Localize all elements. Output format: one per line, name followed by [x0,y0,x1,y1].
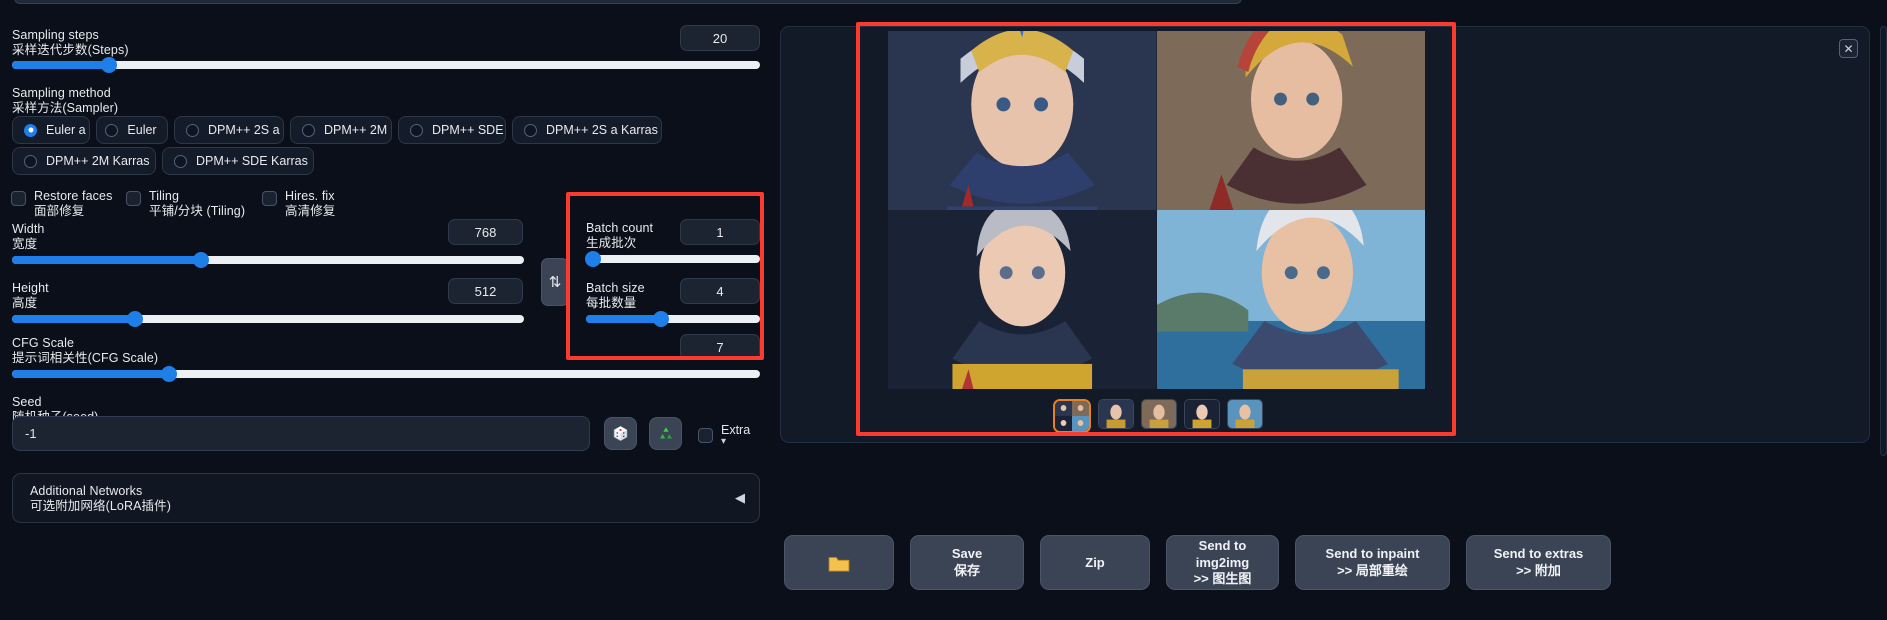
thumbnail-item[interactable] [1141,399,1177,429]
folder-icon [828,556,850,572]
slider-knob[interactable] [652,311,669,327]
width-slider[interactable] [12,252,524,268]
swap-vertical-icon: ⇅ [548,274,562,291]
chevron-down-icon: ▾ [721,436,727,448]
slider-fill [12,256,202,264]
batch-count-value[interactable]: 1 [680,219,760,245]
batch-size-slider[interactable] [586,311,760,327]
radio-icon [302,123,315,137]
batch-count-slider[interactable] [584,251,760,267]
thumbnail-item[interactable] [1184,399,1220,429]
app-root: Sampling steps 采样迭代步数(Steps) 20 Sampling… [0,0,1887,620]
additional-networks-label: Additional Networks 可选附加网络(LoRA插件) [30,484,171,513]
slider-fill [12,61,110,69]
send-to-extras-button[interactable]: Send to extras >> 附加 [1466,535,1611,590]
cfg-scale-slider[interactable] [12,366,760,382]
output-panel: ✕ Save 保存 Zip Send to img2img >> 图生图 Sen… [780,0,1887,620]
gallery-actions: Save 保存 Zip Send to img2img >> 图生图 Send … [784,535,1611,590]
seed-input[interactable]: -1 [12,416,590,451]
slider-knob[interactable] [584,251,601,267]
dice-icon [613,426,628,441]
radio-icon [410,123,423,137]
checkbox-icon[interactable] [11,191,26,206]
generated-image-preview[interactable] [888,31,1425,389]
radio-icon [24,123,37,137]
send-to-inpaint-button[interactable]: Send to inpaint >> 局部重绘 [1295,535,1450,590]
restore-faces-toggle[interactable]: Restore faces 面部修复 [11,189,112,219]
thumbnail-item[interactable] [1098,399,1134,429]
sampling-steps-value[interactable]: 20 [680,25,760,51]
radio-icon [105,123,119,137]
width-label: Width 宽度 [12,222,45,251]
radio-icon [174,154,187,168]
image-quadrant [1156,31,1425,210]
image-gallery-card: ✕ [780,26,1870,443]
height-value[interactable]: 512 [448,278,523,304]
batch-size-label: Batch size 每批数量 [586,281,645,310]
sampler-option-dpmpp-sde[interactable]: DPM++ SDE [398,116,506,144]
swap-dimensions-button[interactable]: ⇅ [541,258,569,306]
recycle-icon [659,426,672,438]
cfg-scale-value[interactable]: 7 [680,334,760,360]
height-label: Height 高度 [12,281,49,310]
parameters-panel: Sampling steps 采样迭代步数(Steps) 20 Sampling… [0,0,1242,620]
thumbnail-strip[interactable] [1053,399,1263,433]
height-slider[interactable] [12,311,524,327]
checkbox-icon[interactable] [126,191,141,206]
slider-knob[interactable] [161,366,178,382]
additional-networks-panel[interactable]: Additional Networks 可选附加网络(LoRA插件) ◀ [12,473,760,523]
sampler-option-dpmpp-2s-a-karras[interactable]: DPM++ 2S a Karras [512,116,662,144]
extra-seed-toggle[interactable]: Extra ▾ [698,423,750,448]
gallery-right-edge [1880,26,1887,456]
thumbnail-item[interactable] [1227,399,1263,429]
thumbnail-item[interactable] [1053,399,1091,433]
sampler-option-euler-a[interactable]: Euler a [12,116,90,144]
sampler-option-dpmpp-2m[interactable]: DPM++ 2M [290,116,392,144]
radio-icon [186,123,199,137]
hires-fix-toggle[interactable]: Hires. fix 高清修复 [262,189,335,219]
slider-fill [12,315,135,323]
zip-button[interactable]: Zip [1040,535,1150,590]
slider-knob[interactable] [101,57,118,73]
send-to-img2img-button[interactable]: Send to img2img >> 图生图 [1166,535,1279,590]
save-button[interactable]: Save 保存 [910,535,1024,590]
open-folder-button[interactable] [784,535,894,590]
batch-count-label: Batch count 生成批次 [586,221,654,250]
width-value[interactable]: 768 [448,219,523,245]
image-quadrant [888,31,1157,210]
checkbox-icon[interactable] [698,428,713,444]
sampling-steps-label: Sampling steps 采样迭代步数(Steps) [12,28,129,57]
slider-knob[interactable] [193,252,210,268]
slider-fill [586,315,661,323]
collapse-caret-icon[interactable]: ◀ [735,490,745,506]
random-seed-button[interactable] [604,417,637,450]
batch-size-value[interactable]: 4 [680,278,760,304]
slider-fill [12,370,170,378]
image-quadrant [1156,210,1425,389]
sampler-option-dpmpp-2m-karras[interactable]: DPM++ 2M Karras [12,147,156,175]
checkbox-icon[interactable] [262,191,277,206]
reuse-seed-button[interactable] [649,417,682,450]
image-quadrant [888,210,1157,389]
sampler-option-dpmpp-2s-a[interactable]: DPM++ 2S a [174,116,284,144]
sampling-method-label: Sampling method 采样方法(Sampler) [12,86,119,115]
slider-knob[interactable] [126,311,143,327]
sampler-option-dpmpp-sde-karras[interactable]: DPM++ SDE Karras [162,147,314,175]
sampler-option-euler[interactable]: Euler [96,116,168,144]
tiling-toggle[interactable]: Tiling 平铺/分块 (Tiling) [126,189,245,219]
radio-icon [24,154,37,168]
cfg-scale-label: CFG Scale 提示词相关性(CFG Scale) [12,336,159,365]
sampling-steps-slider[interactable] [12,57,760,73]
close-icon[interactable]: ✕ [1839,39,1858,58]
radio-icon [524,123,537,137]
